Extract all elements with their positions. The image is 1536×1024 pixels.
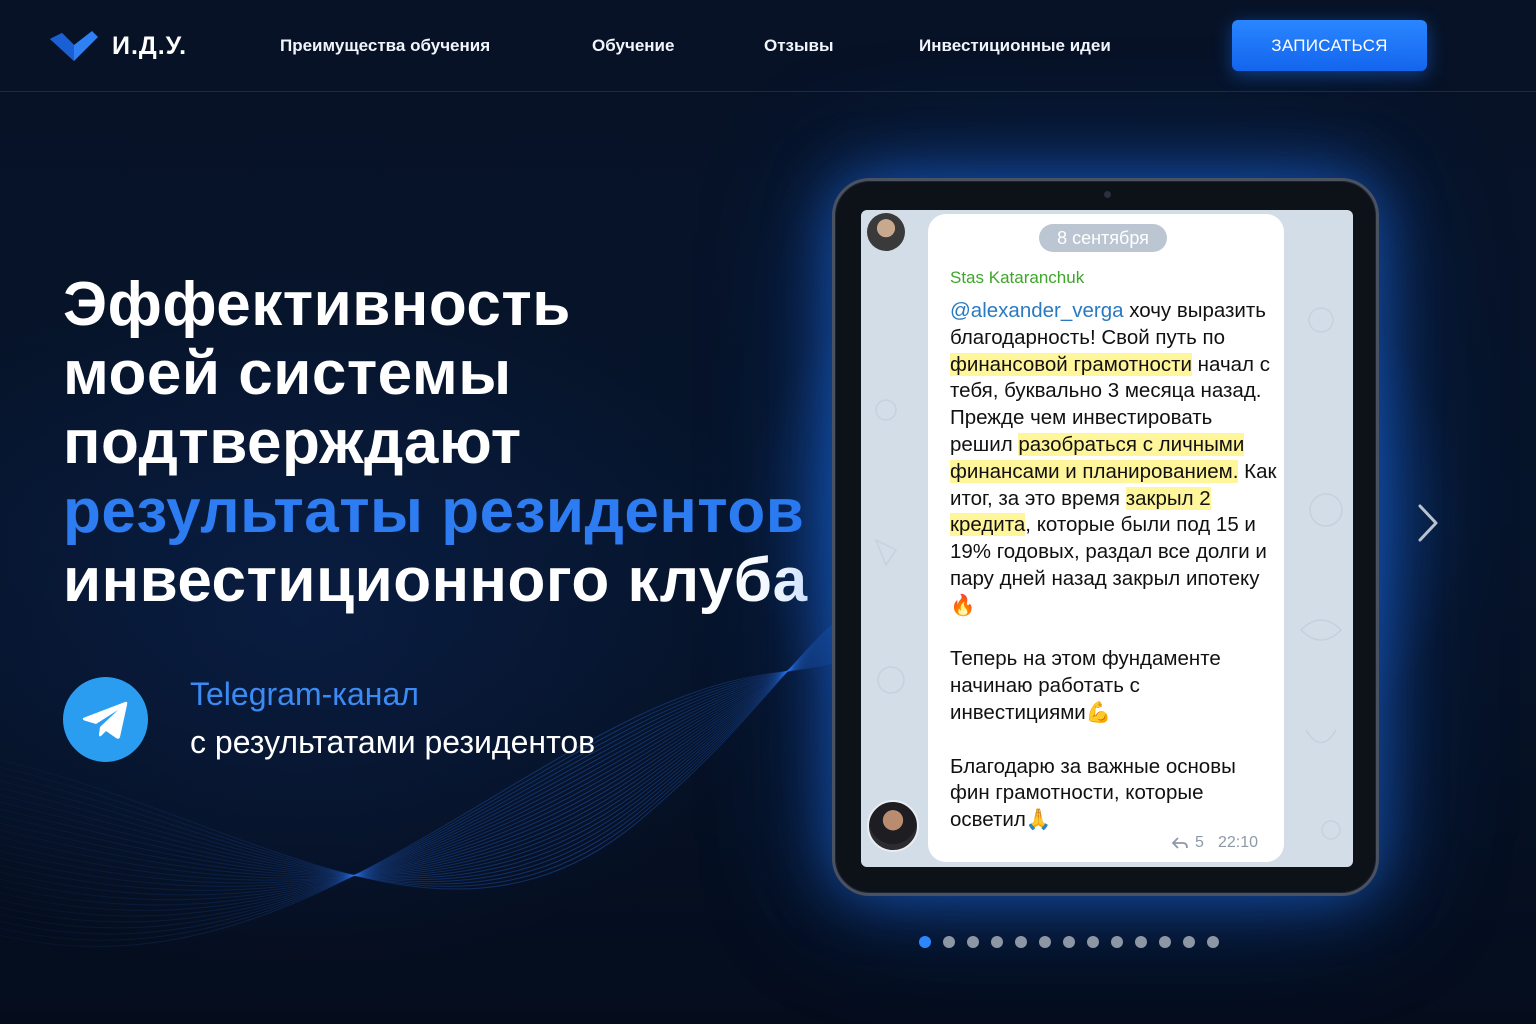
carousel-dot[interactable] xyxy=(991,936,1003,948)
sender-avatar xyxy=(867,800,919,852)
carousel-dot[interactable] xyxy=(1015,936,1027,948)
carousel-dot[interactable] xyxy=(967,936,979,948)
headline-line: моей системы xyxy=(63,339,512,408)
carousel-dot[interactable] xyxy=(1159,936,1171,948)
carousel-dot[interactable] xyxy=(1039,936,1051,948)
headline-line: инвестиционного клуба xyxy=(63,546,808,615)
tablet-camera xyxy=(1104,191,1111,198)
site-header: И.Д.У. Преимущества обучения Обучение От… xyxy=(0,0,1536,92)
carousel-dot[interactable] xyxy=(943,936,955,948)
nav-training[interactable]: Обучение xyxy=(592,36,674,56)
check-logo-icon xyxy=(50,31,98,61)
carousel-dot[interactable] xyxy=(1207,936,1219,948)
headline-line: подтверждают xyxy=(63,408,522,477)
chat-screenshot: 8 сентября Stas Kataranchuk @alexander_v… xyxy=(861,210,1353,867)
user-avatar xyxy=(867,213,905,251)
headline-line: Эффективность xyxy=(63,270,571,339)
sender-name: Stas Kataranchuk xyxy=(950,268,1085,287)
highlighted-text: финансовой грамотности xyxy=(950,352,1192,376)
telegram-channel-link[interactable]: Telegram-канал xyxy=(190,676,419,713)
message-time: 22:10 xyxy=(1217,834,1258,851)
tablet-review-slide: 8 сентября Stas Kataranchuk @alexander_v… xyxy=(832,178,1379,896)
hero-headline: Эффективность моей системы подтверждают … xyxy=(63,270,843,615)
chevron-right-icon[interactable] xyxy=(1412,500,1442,546)
carousel-dot[interactable] xyxy=(1135,936,1147,948)
headline-accent-line: результаты резидентов xyxy=(63,477,805,546)
logo-text: И.Д.У. xyxy=(112,31,188,60)
nav-reviews[interactable]: Отзывы xyxy=(764,36,834,56)
logo[interactable]: И.Д.У. xyxy=(48,28,187,64)
message-bubble: 8 сентября Stas Kataranchuk @alexander_v… xyxy=(928,214,1284,862)
carousel-pagination xyxy=(919,936,1219,948)
carousel-dot[interactable] xyxy=(1087,936,1099,948)
carousel-dot[interactable] xyxy=(1183,936,1195,948)
reply-icon xyxy=(1171,837,1188,849)
carousel-dot[interactable] xyxy=(1111,936,1123,948)
signup-button[interactable]: ЗАПИСАТЬСЯ xyxy=(1232,20,1427,71)
telegram-icon[interactable] xyxy=(63,677,148,762)
landing-page: И.Д.У. Преимущества обучения Обучение От… xyxy=(0,0,1536,1024)
nav-benefits[interactable]: Преимущества обучения xyxy=(280,36,490,56)
date-badge: 8 сентября xyxy=(1039,224,1167,252)
carousel-dot[interactable] xyxy=(919,936,931,948)
message-fragment: , которые были под 15 и 19% годовых, раз… xyxy=(950,513,1267,832)
nav-investment-ideas[interactable]: Инвестиционные идеи xyxy=(919,36,1111,56)
reply-count: 5 xyxy=(1195,834,1204,851)
mention-link[interactable]: @alexander_verga xyxy=(950,299,1124,322)
message-text: @alexander_verga хочу выразить благодарн… xyxy=(950,298,1280,834)
telegram-channel-subtitle: с результатами резидентов xyxy=(190,724,596,760)
carousel-dot[interactable] xyxy=(1063,936,1075,948)
message-meta: 5 22:10 xyxy=(1171,834,1258,852)
